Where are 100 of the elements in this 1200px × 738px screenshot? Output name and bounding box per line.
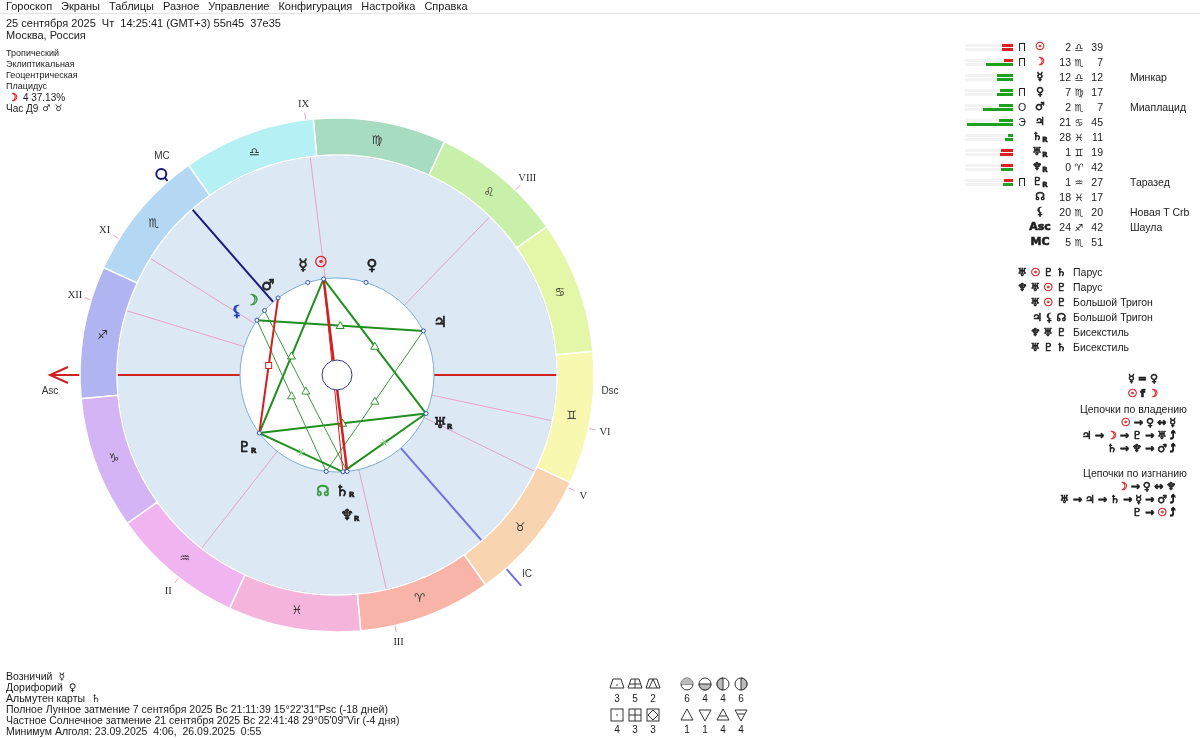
triangle-icon	[732, 706, 750, 724]
figure-planets: ♅ ♇ ♄	[1030, 340, 1066, 355]
planet-glyph: ♂	[261, 276, 275, 294]
sign-glyph: ♏	[1074, 56, 1084, 70]
square-icon	[644, 706, 662, 724]
stat-count: 6	[738, 693, 744, 704]
sign-glyph: ♏	[1074, 236, 1084, 250]
chain-heading: Цепочки по владению	[1080, 403, 1188, 416]
triangle-icon	[714, 706, 732, 724]
stat-count: 1	[684, 724, 690, 735]
house-label: XII	[67, 289, 83, 301]
sign-glyph: ♐	[1074, 221, 1084, 235]
minute-value: 11	[1092, 129, 1103, 145]
house-label: V	[579, 489, 588, 501]
planet-glyph: Asc	[1029, 219, 1051, 236]
figure-name: Парус	[1073, 279, 1103, 295]
figure-planets: ♅ ☉ ♇ ♄	[1017, 265, 1066, 280]
degree-value: 21	[1059, 114, 1071, 130]
planet-chain: ☽ → ♀ ↔ ♆	[1117, 480, 1176, 493]
note-label: Дорифорий	[6, 682, 63, 693]
house-label: II	[164, 585, 172, 597]
menu-item[interactable]: Экраны	[61, 0, 101, 13]
planet-chain: ♇ → ☉ ⤴	[1132, 506, 1176, 519]
menu-item[interactable]: Разное	[162, 0, 200, 13]
dignity-letter: П	[1018, 39, 1026, 55]
stat-count: 2	[650, 693, 656, 704]
planet-glyph: ☉	[314, 253, 328, 271]
house-label: Dsc	[601, 384, 619, 396]
sign-glyph: ♏	[148, 215, 160, 230]
menu-item[interactable]: Управление	[208, 0, 270, 13]
stat-count: 4	[702, 693, 708, 704]
planet-glyph: ♀	[366, 256, 378, 274]
minute-value: 45	[1091, 114, 1103, 130]
sign-glyph: ♍	[1074, 86, 1084, 100]
sign-glyph: ♓	[291, 602, 303, 617]
house-label: VI	[599, 426, 611, 438]
planet-chain: ☉ → ♀ ↔ ☿	[1120, 416, 1176, 429]
dignity-letter: О	[1017, 99, 1027, 115]
dignity-letter: П	[1018, 54, 1026, 70]
minute-value: 42	[1091, 219, 1103, 235]
chart-datetime: 25 сентября 2025 Чт 14:25:41 (GMT+3) 55n45 37e35	[6, 17, 282, 29]
minute-value: 19	[1091, 144, 1103, 160]
menu-item[interactable]: Гороскоп	[6, 0, 53, 13]
minute-value: 7	[1097, 54, 1103, 70]
note-label: Альмутен карты	[6, 693, 86, 704]
stat-count: 4	[720, 693, 726, 704]
fixed-star-name: Минкар	[1130, 69, 1167, 85]
planet-glyph: ♃	[1035, 114, 1045, 131]
center-circle	[321, 359, 353, 391]
planet-glyph: ☿	[58, 671, 65, 682]
figure-name: Большой Тригон	[1073, 294, 1153, 310]
menu-item[interactable]: Справка	[424, 0, 468, 13]
house-label: XI	[99, 224, 111, 236]
degree-value: 5	[1065, 234, 1071, 250]
menu-item[interactable]: Конфигурация	[278, 0, 353, 13]
house-label: IC	[522, 567, 532, 579]
minute-value: 42	[1091, 159, 1103, 175]
event-line: Минимум Алголя: 23.09.2025 4:06, 26.09.2025 0:55	[6, 726, 263, 737]
degree-value: 0	[1065, 159, 1071, 175]
degree-value: 1	[1065, 144, 1071, 160]
minute-value: 27	[1091, 174, 1103, 190]
minute-value: 17	[1091, 189, 1103, 205]
dignity-letter: П	[1018, 174, 1026, 190]
figure-name: Бисекстиль	[1073, 324, 1130, 340]
planet-glyph: ♄$_{R}$	[1032, 129, 1048, 146]
sign-glyph: ♓	[1074, 191, 1084, 205]
sign-glyph: ♉	[514, 520, 526, 535]
moon-icon: ☽	[8, 92, 18, 103]
ruler-relation: ☿ = ♀	[1127, 371, 1158, 386]
event-line: Полное Лунное затмение 7 сентября 2025 Вс 21:11:39 15°22'31"Psc (-18 дней)	[6, 704, 388, 715]
stat-count: 4	[614, 724, 620, 735]
sign-glyph: ♎	[1074, 71, 1084, 85]
house-label: Asc	[41, 384, 59, 396]
square-icon	[608, 706, 626, 724]
figure-name: Большой Тригон	[1073, 309, 1153, 325]
figure-planets: ♃ ⚸ ☊	[1032, 310, 1066, 325]
stat-count: 3	[632, 724, 638, 735]
degree-value: 1	[1065, 174, 1071, 190]
planet-chain: ♃ → ☽ → ♇ → ♅ ⤴	[1081, 429, 1176, 442]
degree-value: 24	[1059, 219, 1071, 235]
circle-half-icon	[696, 675, 714, 693]
planet-glyph: ☊	[316, 482, 330, 500]
sign-glyph: ♎	[1074, 41, 1084, 55]
menu-item[interactable]: Настройка	[361, 0, 416, 13]
planet-glyph: ♀	[68, 682, 77, 693]
menu-item[interactable]: Таблицы	[109, 0, 154, 13]
sign-glyph: ♏	[1074, 206, 1084, 220]
house-label: IX	[298, 97, 310, 109]
sign-glyph: ♋	[1074, 116, 1084, 130]
degree-value: 7	[1065, 84, 1071, 100]
stat-count: 1	[702, 724, 708, 735]
sign-glyph: ♈	[414, 591, 425, 606]
planet-glyph: ⚸	[231, 302, 243, 320]
ruler-relation: ☉ f ☽	[1127, 386, 1158, 401]
note-label: Возничий	[6, 671, 53, 682]
figure-planets: ♆ ♅ ♇	[1030, 325, 1066, 340]
degree-value: 18	[1059, 189, 1071, 205]
degree-value: 20	[1059, 204, 1071, 220]
sign-glyph: ♒	[179, 551, 191, 566]
figure-planets: ♆ ♅ ☉ ♇	[1017, 280, 1066, 295]
